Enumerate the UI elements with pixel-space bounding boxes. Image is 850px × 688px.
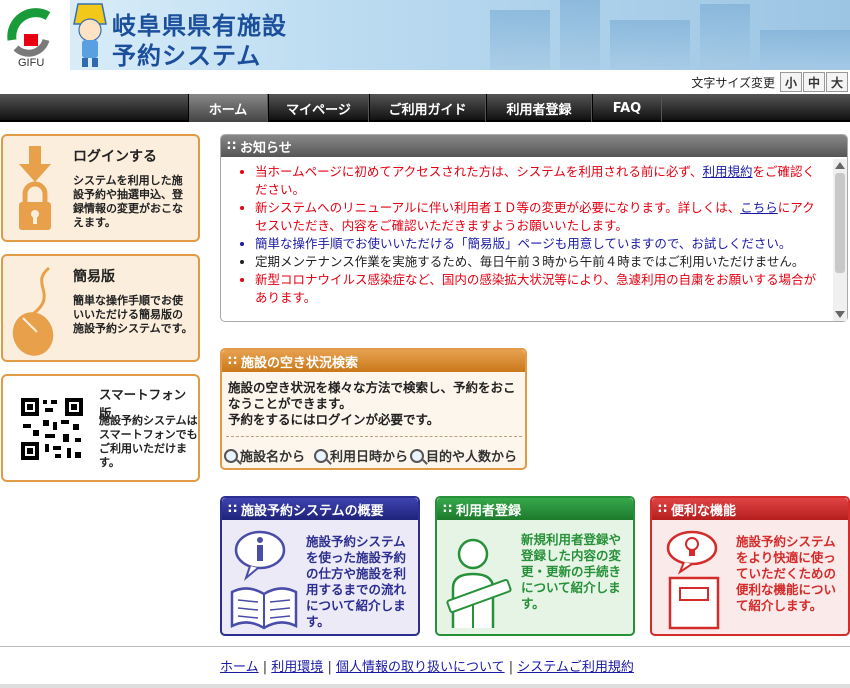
simple-version-box[interactable]: 簡易版 簡単な操作手順でお使いいただける簡易版の施設予約システムです。 xyxy=(1,254,200,362)
news-title: お知らせ xyxy=(240,140,292,156)
scroll-thumb[interactable] xyxy=(835,173,845,273)
lightbulb-book-icon xyxy=(666,530,720,630)
news-panel: ∷お知らせ 当ホームページに初めてアクセスされた方は、システムを利用される前に必… xyxy=(220,134,848,322)
font-size-small-button[interactable]: 小 xyxy=(780,72,802,92)
font-size-large-button[interactable]: 大 xyxy=(826,72,848,92)
font-size-switcher: 文字サイズ変更 小 中 大 xyxy=(691,72,848,92)
footer-privacy-link[interactable]: 個人情報の取り扱いについて xyxy=(336,660,505,675)
search-by-purpose-button[interactable]: 目的や人数から xyxy=(410,446,517,465)
bullet-dots-icon: ∷ xyxy=(227,138,237,154)
divider xyxy=(226,436,522,437)
news-scrollbar[interactable] xyxy=(833,159,847,321)
footer-environment-link[interactable]: 利用環境 xyxy=(271,660,323,675)
search-icon xyxy=(224,448,238,463)
terms-link[interactable]: 利用規約 xyxy=(703,164,753,179)
nav-register[interactable]: 利用者登録 xyxy=(486,94,592,122)
bullet-dots-icon: ∷ xyxy=(228,501,238,517)
nav-guide[interactable]: ご利用ガイド xyxy=(369,94,486,122)
vacancy-desc: 施設の空き状況を様々な方法で検索し、予約をおこなうことができます。 予約をするに… xyxy=(228,380,516,427)
logo-text: GIFU xyxy=(18,57,44,68)
qr-code-icon xyxy=(19,396,85,462)
vacancy-header: ∷ 施設の空き状況検索 xyxy=(222,350,525,372)
font-size-medium-button[interactable]: 中 xyxy=(803,72,825,92)
nav-home[interactable]: ホーム xyxy=(188,94,268,122)
vacancy-search-panel: ∷ 施設の空き状況検索 施設の空き状況を様々な方法で検索し、予約をおこなうことがで… xyxy=(220,348,527,470)
bullet-dots-icon: ∷ xyxy=(443,501,453,517)
search-icon xyxy=(314,448,328,463)
person-pencil-icon xyxy=(446,538,512,628)
header: GIFU 岐阜県県有施設 予約システム xyxy=(0,0,850,70)
overview-header: ∷ 施設予約システムの概要 xyxy=(222,498,418,520)
smartphone-box[interactable]: スマートフォン版 施設予約システムはスマートフォンでもご利用いただけます。 xyxy=(1,374,200,482)
news-list: 当ホームページに初めてアクセスされた方は、システムを利用される前に必ず、利用規約… xyxy=(221,159,831,317)
nav-mypage[interactable]: マイページ xyxy=(268,94,369,122)
register-desc: 新規利用者登録や登録した内容の変更・更新の手続きについて紹介します。 xyxy=(521,532,622,611)
features-card[interactable]: ∷ 便利な機能 施設予約システムをより快適に使っていただくための便利な機能について… xyxy=(650,496,850,636)
search-by-date-button[interactable]: 利用日時から xyxy=(314,446,408,465)
login-title: ログインする xyxy=(73,149,157,165)
nav-faq[interactable]: FAQ xyxy=(592,94,662,122)
login-box[interactable]: ログインする システムを利用した施設予約や抽選申込、登録情報の変更がおこなえます… xyxy=(1,134,200,242)
features-desc: 施設予約システムをより快適に使っていただくための便利な機能について紹介します。 xyxy=(736,534,837,613)
register-header: ∷ 利用者登録 xyxy=(437,498,633,520)
simple-desc: 簡単な操作手順でお使いいただける簡易版の施設予約システムです。 xyxy=(73,294,193,335)
news-item: 新型コロナウイルス感染症など、国内の感染拡大状況等により、急遽利用の自粛をお願い… xyxy=(255,271,823,307)
footer-links: ホーム | 利用環境 | 個人情報の取り扱いについて | システムご利用規約 xyxy=(220,660,634,675)
global-nav: ホーム マイページ ご利用ガイド 利用者登録 FAQ xyxy=(0,94,850,122)
smartphone-desc: 施設予約システムはスマートフォンでもご利用いただけます。 xyxy=(99,414,198,469)
login-arrow-lock-icon xyxy=(19,146,51,230)
news-item: 簡単な操作手順でお使いいただける「簡易版」ページも用意していますので、お試しくだ… xyxy=(255,235,823,253)
overview-desc: 施設予約システムを使った施設予約の仕方や施設を利用するまでの流れについて紹介しま… xyxy=(306,534,407,629)
footer-home-link[interactable]: ホーム xyxy=(220,660,259,675)
mascot-image xyxy=(70,2,110,68)
register-card[interactable]: ∷ 利用者登録 新規利用者登録や登録した内容の変更・更新の手続きについて紹介します… xyxy=(435,496,635,636)
simple-title: 簡易版 xyxy=(73,269,115,285)
bullet-dots-icon: ∷ xyxy=(658,501,668,517)
overview-card[interactable]: ∷ 施設予約システムの概要 施設予約システムを使った施設予約の仕方や施設を利用する… xyxy=(220,496,420,636)
news-item: 新システムへのリニューアルに伴い利用者ＩＤ等の変更が必要になります。詳しくは、こ… xyxy=(255,199,823,235)
vacancy-title: 施設の空き状況検索 xyxy=(241,355,359,371)
footer-divider xyxy=(0,646,850,647)
font-size-label: 文字サイズ変更 xyxy=(691,75,775,90)
search-icon xyxy=(410,448,424,463)
here-link[interactable]: こちら xyxy=(740,200,778,215)
mouse-icon xyxy=(12,266,54,356)
book-info-icon xyxy=(230,530,298,630)
site-title-line2: 予約システム xyxy=(112,42,262,70)
footer-bottom-bar xyxy=(0,684,850,688)
news-header: ∷ お知らせ xyxy=(221,135,847,157)
search-by-name-button[interactable]: 施設名から xyxy=(224,446,305,465)
news-item: 定期メンテナンス作業を実施するため、毎日午前３時から午前４時まではご利用いただけ… xyxy=(255,253,823,271)
bullet-dots-icon: ∷ xyxy=(228,353,238,369)
login-desc: システムを利用した施設予約や抽選申込、登録情報の変更がおこなえます。 xyxy=(73,174,183,229)
features-header: ∷ 便利な機能 xyxy=(652,498,848,520)
news-item: 当ホームページに初めてアクセスされた方は、システムを利用される前に必ず、利用規約… xyxy=(255,163,823,199)
gifu-logo[interactable]: GIFU xyxy=(4,4,66,69)
footer-terms-link[interactable]: システムご利用規約 xyxy=(517,660,634,675)
